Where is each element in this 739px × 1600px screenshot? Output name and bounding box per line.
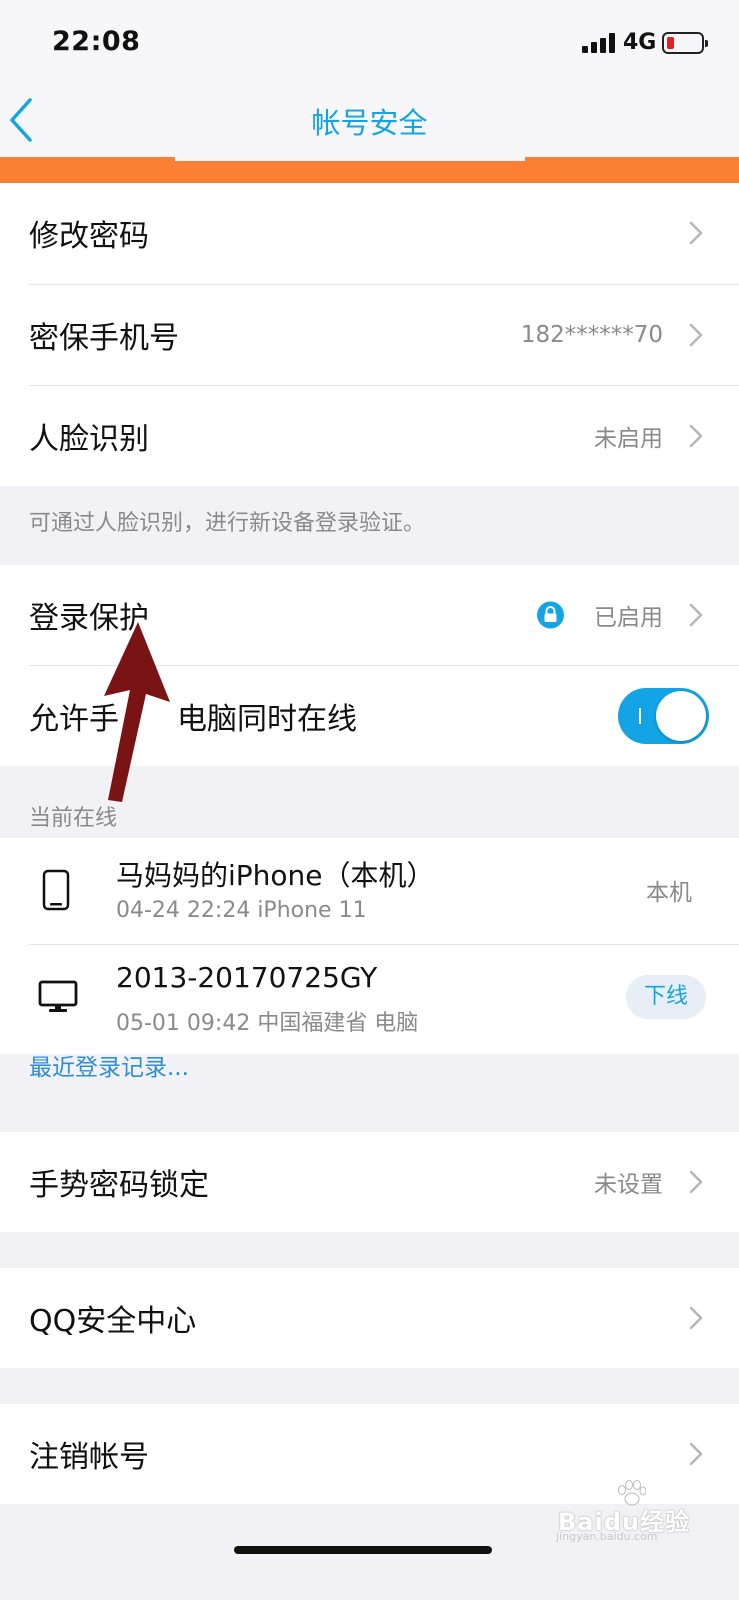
gesture-lock-value: 未设置 [594,1172,663,1198]
device-meta: 05-01 09:42 中国福建省 电脑 [116,1011,419,1036]
current-online-header: 当前在线 [29,806,118,831]
recent-login-records-link[interactable]: 最近登录记录... [29,1048,189,1082]
online-devices-group: 马妈妈的iPhone（本机） 04-24 22:24 iPhone 11 本机 … [0,838,739,1054]
face-recognition-value: 未启用 [594,426,663,452]
face-recognition-row[interactable]: 人脸识别 未启用 [0,386,739,486]
face-recognition-note: 可通过人脸识别，进行新设备登录验证。 [29,511,426,536]
device-name: 2013-20170725GY [116,961,378,994]
device-name: 马妈妈的iPhone（本机） [116,859,435,892]
login-protection-value: 已启用 [594,605,663,631]
home-indicator[interactable] [234,1546,492,1554]
watermark-url: jingyan.baidu.com [556,1530,658,1543]
chevron-right-icon [689,1170,703,1194]
chevron-right-icon [689,221,703,245]
device-row-computer[interactable]: 2013-20170725GY 05-01 09:42 中国福建省 电脑 下线 [0,945,739,1049]
lock-icon [537,601,564,629]
device-meta: 04-24 22:24 iPhone 11 [116,898,367,923]
current-device-tag: 本机 [646,880,692,906]
page-title: 帐号安全 [311,106,428,140]
gesture-lock-label: 手势密码锁定 [29,1168,209,1203]
phone-icon [42,869,70,911]
gesture-lock-row[interactable]: 手势密码锁定 未设置 [0,1132,739,1232]
cancel-account-label: 注销帐号 [29,1440,149,1475]
gesture-group: 手势密码锁定 未设置 [0,1132,739,1232]
qq-security-group: QQ安全中心 [0,1268,739,1368]
change-password-row[interactable]: 修改密码 [0,183,739,283]
security-phone-row[interactable]: 密保手机号 182******70 [0,285,739,385]
annotation-arrow-icon [104,622,170,802]
status-time: 22:08 [52,26,141,57]
security-phone-value: 182******70 [520,322,663,348]
force-offline-button[interactable]: 下线 [626,975,706,1019]
baidu-jingyan-watermark: Baidu经验 jingyan.baidu.com [556,1480,706,1543]
security-phone-label: 密保手机号 [29,321,179,356]
signal-icon [582,33,618,53]
qq-security-center-row[interactable]: QQ安全中心 [0,1268,739,1368]
chevron-right-icon [689,323,703,347]
monitor-icon [38,980,78,1012]
chevron-right-icon [689,1306,703,1330]
device-row-iphone[interactable]: 马妈妈的iPhone（本机） 04-24 22:24 iPhone 11 本机 [0,838,739,942]
simultaneous-online-label-right: 电脑同时在线 [177,702,357,737]
chevron-right-icon [689,1442,703,1466]
network-type: 4G [623,30,657,55]
face-recognition-label: 人脸识别 [29,422,149,457]
change-password-label: 修改密码 [29,219,149,254]
battery-icon [662,32,708,54]
chevron-right-icon [689,424,703,448]
simultaneous-online-label: 允许手 电脑同时在线 [29,694,357,738]
banner-strip [0,157,739,186]
chevron-right-icon [689,603,703,627]
simultaneous-online-toggle[interactable] [618,688,709,744]
qq-security-center-label: QQ安全中心 [29,1304,197,1339]
banner-overlay [175,157,525,161]
account-settings-group: 修改密码 密保手机号 182******70 人脸识别 未启用 [0,183,739,486]
